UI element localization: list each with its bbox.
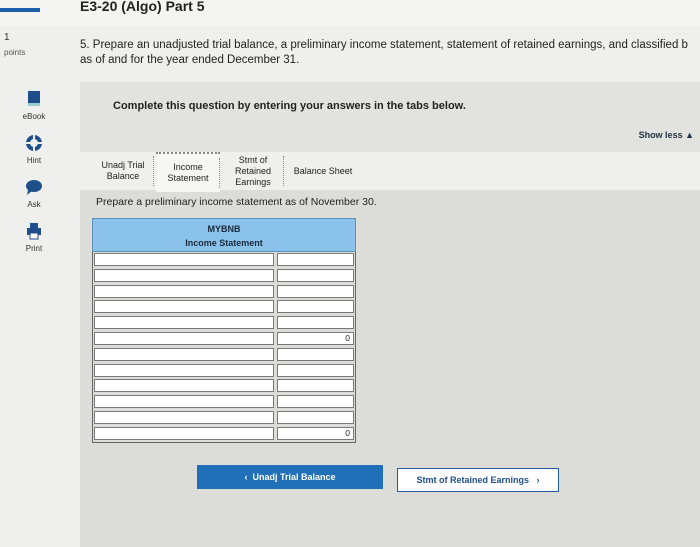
account-input[interactable]	[94, 316, 274, 330]
tab-prompt: Prepare a preliminary income statement a…	[96, 196, 377, 208]
tab-label: Statement	[167, 173, 209, 183]
ask-icon	[26, 180, 42, 195]
tab-balance-sheet[interactable]: Balance Sheet	[288, 152, 358, 190]
tab-label: Earnings	[235, 176, 271, 187]
amount-input[interactable]	[277, 379, 354, 393]
ask-button[interactable]: Ask	[10, 178, 58, 222]
tab-label: Stmt of	[238, 154, 268, 165]
ebook-label: eBook	[22, 112, 46, 121]
income-statement-table: MYBNB Income Statement 0 0	[92, 218, 356, 443]
prev-tab-button[interactable]: ‹ Unadj Trial Balance	[197, 465, 383, 489]
print-button[interactable]: Print	[10, 222, 58, 266]
account-input[interactable]	[94, 300, 274, 314]
table-row	[92, 267, 356, 284]
ebook-button[interactable]: eBook	[10, 90, 58, 134]
prev-tab-label: Unadj Trial Balance	[252, 472, 336, 482]
print-icon	[27, 223, 41, 240]
amount-input[interactable]	[277, 347, 354, 361]
tab-label: Unadj Trial	[101, 160, 145, 170]
amount-input[interactable]	[277, 253, 354, 266]
tab-label: Retained	[234, 165, 272, 176]
table-row	[92, 362, 356, 379]
amount-input[interactable]: 0	[277, 331, 354, 345]
table-row	[92, 315, 356, 331]
account-input[interactable]	[94, 268, 274, 282]
ask-label: Ask	[27, 200, 41, 209]
account-input[interactable]	[94, 347, 274, 361]
amount-input[interactable]	[277, 300, 354, 314]
account-input[interactable]	[94, 253, 274, 266]
account-input[interactable]	[94, 331, 274, 345]
tab-stmt-retained-earnings[interactable]: Stmt of Retained Earnings	[222, 152, 284, 190]
table-row: 0	[92, 330, 356, 347]
print-label: Print	[25, 244, 43, 253]
account-input[interactable]	[94, 395, 274, 409]
company-name: MYBNB	[207, 224, 241, 234]
account-input[interactable]	[94, 284, 274, 298]
tab-label: Income	[173, 162, 203, 172]
table-row	[92, 378, 356, 395]
question-text: 5. Prepare an unadjusted trial balance, …	[80, 38, 700, 68]
question-line-2: as of and for the year ended December 31…	[80, 54, 300, 66]
account-input[interactable]	[94, 426, 274, 440]
table-row: 0	[92, 425, 356, 443]
hint-label: Hint	[26, 156, 42, 165]
statement-header: MYBNB Income Statement	[92, 218, 356, 252]
question-line-1: 5. Prepare an unadjusted trial balance, …	[80, 39, 688, 51]
amount-input[interactable]	[277, 363, 354, 377]
tab-label: Balance Sheet	[293, 165, 353, 176]
table-row	[92, 283, 356, 300]
account-input[interactable]	[94, 379, 274, 393]
account-input[interactable]	[94, 410, 274, 424]
next-tab-button[interactable]: Stmt of Retained Earnings ›	[397, 468, 559, 492]
table-row	[92, 252, 356, 268]
chevron-right-icon: ›	[536, 475, 540, 485]
table-row	[92, 346, 356, 363]
points-label: points	[4, 48, 26, 57]
statement-title: Income Statement	[185, 238, 263, 248]
account-input[interactable]	[94, 363, 274, 377]
amount-input[interactable]: 0	[277, 426, 354, 440]
amount-input[interactable]	[277, 395, 354, 409]
hint-button[interactable]: Hint	[10, 134, 58, 178]
amount-input[interactable]	[277, 316, 354, 330]
ebook-icon	[28, 91, 40, 106]
top-accent-bar	[0, 8, 40, 12]
instruction-panel: Complete this question by entering your …	[80, 82, 700, 152]
tab-income-statement[interactable]: Income Statement	[156, 152, 220, 192]
table-row	[92, 394, 356, 410]
tab-label: Balance	[106, 171, 140, 181]
table-row	[92, 409, 356, 426]
amount-input[interactable]	[277, 268, 354, 282]
instruction-text: Complete this question by entering your …	[113, 100, 466, 112]
tab-unadj-trial-balance[interactable]: Unadj Trial Balance	[92, 152, 154, 190]
hint-icon	[26, 135, 42, 151]
chevron-left-icon: ‹	[244, 472, 248, 482]
amount-input[interactable]	[277, 410, 354, 424]
show-less-toggle[interactable]: Show less ▲	[639, 130, 694, 140]
page-title: E3-20 (Algo) Part 5	[80, 0, 205, 14]
points-value: 1	[4, 32, 10, 43]
next-tab-label: Stmt of Retained Earnings	[416, 475, 529, 485]
table-row	[92, 299, 356, 316]
amount-input[interactable]	[277, 284, 354, 298]
